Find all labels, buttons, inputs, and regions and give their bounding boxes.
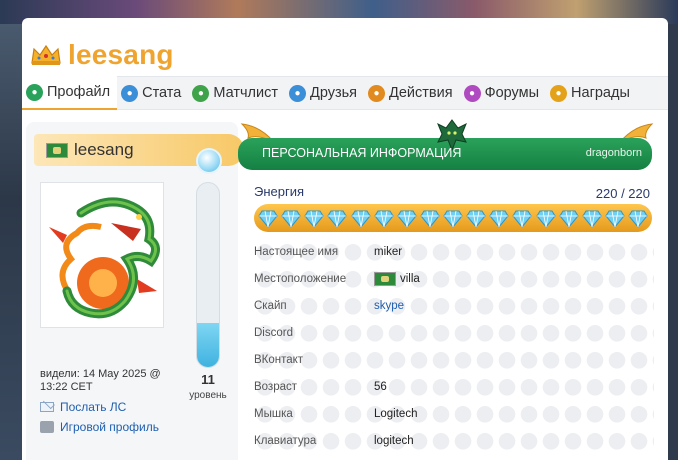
country-flag-icon bbox=[46, 142, 68, 158]
page-title: leesang bbox=[68, 39, 174, 70]
energy-gem-icon bbox=[605, 210, 625, 228]
info-row-label: Местоположение bbox=[254, 272, 347, 285]
tab-label: Матчлист bbox=[213, 85, 278, 101]
energy-value: 220 / 220 bbox=[595, 186, 650, 201]
info-row-value-text: miker bbox=[374, 245, 403, 258]
tab-label: Друзья bbox=[310, 85, 358, 101]
info-row: Мышка Logitech bbox=[254, 400, 654, 427]
dragon-avatar-image bbox=[49, 197, 160, 319]
tab-label: Награды bbox=[571, 85, 630, 101]
tab-awards[interactable]: ● Награды bbox=[546, 76, 637, 110]
stats-icon: ● bbox=[121, 84, 139, 102]
info-row-label: Скайп bbox=[254, 299, 287, 312]
personal-info-title: ПЕРСОНАЛЬНАЯ ИНФОРМАЦИЯ bbox=[262, 146, 462, 160]
energy-gem-icon bbox=[559, 210, 579, 228]
card-username: leesang bbox=[74, 140, 134, 159]
energy-gem-icon bbox=[535, 210, 556, 228]
energy-gem-icon bbox=[512, 210, 532, 228]
info-row: Настоящее имя miker bbox=[254, 238, 654, 265]
forums-icon: ● bbox=[463, 84, 481, 102]
info-row-value: 56 bbox=[374, 381, 387, 393]
game-profile-link[interactable]: Игровой профиль bbox=[40, 420, 159, 434]
matchlist-icon: ● bbox=[192, 84, 210, 102]
energy-gem-icon bbox=[327, 210, 347, 228]
profile-tabs: ● Профайл ● Стата ● Матчлист ● Друзья ● Действия ●… bbox=[22, 76, 668, 110]
personal-info-fields: Настоящее имя miker Местоположение villa Ска… bbox=[254, 238, 654, 454]
info-row: Возраст 56 bbox=[254, 373, 654, 400]
actions-icon: ● bbox=[368, 84, 386, 102]
info-row-value: villa bbox=[374, 271, 420, 286]
awards-icon: ● bbox=[550, 84, 568, 102]
user-card: leesang 11 уровень видели: 14 May 2025 @… bbox=[26, 122, 244, 460]
game-profile-label: Игровой профиль bbox=[60, 420, 159, 434]
info-row-value-text: skype bbox=[374, 299, 405, 312]
energy-gem-icon bbox=[397, 210, 417, 228]
mail-icon bbox=[40, 402, 54, 412]
info-row-label: Мышка bbox=[254, 407, 293, 420]
energy-gem-icon bbox=[281, 210, 301, 228]
tab-forums[interactable]: ● Форумы bbox=[460, 76, 546, 110]
energy-bar bbox=[254, 204, 652, 232]
tab-label: Форумы bbox=[484, 85, 540, 101]
info-row-label: ВКонтакт bbox=[254, 353, 304, 366]
info-row: ВКонтакт bbox=[254, 346, 654, 373]
info-row-value-text: logitech bbox=[374, 434, 414, 447]
energy-gem-icon bbox=[304, 210, 324, 228]
tab-profile[interactable]: ● Профайл bbox=[22, 76, 118, 110]
info-row: Discord bbox=[254, 319, 654, 346]
info-row-value[interactable]: skype bbox=[374, 300, 404, 312]
energy-label: Энергия bbox=[254, 184, 305, 199]
profile-icon: ● bbox=[26, 83, 43, 101]
tab-actions[interactable]: ● Действия bbox=[364, 76, 460, 110]
info-row-value-text: Logitech bbox=[374, 407, 418, 420]
info-row-label: Клавиатура bbox=[254, 434, 317, 447]
background-art-left bbox=[0, 24, 22, 460]
energy-gem-icon bbox=[350, 210, 371, 228]
energy-gem-icon bbox=[489, 210, 509, 228]
tab-stats[interactable]: ● Стата bbox=[117, 76, 188, 110]
tab-label: Стата bbox=[142, 85, 182, 101]
level-progress-fill bbox=[197, 322, 219, 367]
energy-gem-icon bbox=[420, 210, 440, 228]
info-row-value: miker bbox=[374, 246, 402, 258]
profile-header: leesang bbox=[30, 38, 174, 72]
energy-orb-icon bbox=[196, 148, 222, 174]
energy-gem-icon bbox=[258, 210, 278, 228]
tab-label: Действия bbox=[389, 85, 453, 101]
last-seen: видели: 14 May 2025 @ 13:22 CET bbox=[40, 368, 161, 393]
energy-gem-icon bbox=[582, 210, 602, 228]
tab-label: Профайл bbox=[47, 84, 111, 100]
energy-gem-icon bbox=[443, 210, 463, 228]
friends-icon: ● bbox=[289, 84, 306, 102]
location-flag-icon bbox=[374, 271, 396, 286]
background-art-right bbox=[668, 24, 678, 460]
info-row: Клавиатура logitech bbox=[254, 427, 654, 454]
info-row: Местоположение villa bbox=[254, 265, 654, 292]
energy-gem-icon bbox=[628, 210, 648, 228]
info-row-value: Logitech bbox=[374, 408, 417, 420]
info-row-value-text: 56 bbox=[374, 380, 387, 393]
send-pm-label: Послать ЛС bbox=[60, 400, 127, 414]
info-row: Скайп skype bbox=[254, 292, 654, 319]
info-row-label: Discord bbox=[254, 326, 293, 339]
info-row-label: Настоящее имя bbox=[254, 245, 339, 258]
tab-matchlist[interactable]: ● Матчлист bbox=[188, 76, 285, 110]
info-row-value: logitech bbox=[374, 435, 414, 447]
info-row-label: Возраст bbox=[254, 380, 298, 393]
energy-gem-icon bbox=[466, 210, 486, 228]
tab-friends[interactable]: ● Друзья bbox=[285, 76, 364, 110]
level-number: 11 bbox=[201, 372, 215, 387]
send-pm-link[interactable]: Послать ЛС bbox=[40, 400, 126, 414]
info-row-value-text: villa bbox=[400, 272, 420, 285]
energy-gem-icon bbox=[374, 210, 394, 228]
level-label: уровень bbox=[189, 390, 227, 401]
crown-icon bbox=[31, 44, 61, 65]
level-progress-bar bbox=[196, 182, 220, 368]
gamepad-icon bbox=[40, 421, 54, 433]
race-label: dragonborn bbox=[585, 147, 642, 159]
avatar[interactable] bbox=[40, 182, 164, 328]
